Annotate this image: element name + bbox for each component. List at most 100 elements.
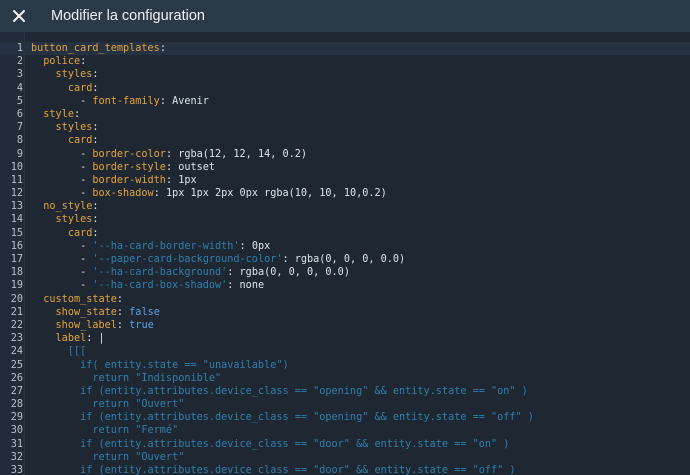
code-text: if (entity.attributes.device_class == "o… [31,385,528,398]
code-token: if (entity.attributes.device_class == "d… [31,465,516,475]
code-text: if (entity.attributes.device_class == "d… [31,438,509,451]
line-number: 14 [10,214,23,226]
code-text: - '--ha-card-background': rgba(0, 0, 0, … [31,266,350,279]
code-text: return "Ouvert" [31,451,184,464]
code-text: if (entity.attributes.device_class == "o… [31,411,534,424]
code-token: border-width [92,174,166,186]
code-line[interactable]: 12 - box-shadow: 1px 1px 2px 0px rgba(10… [0,187,690,200]
code-token: : | [86,333,105,345]
line-number: 20 [10,293,23,305]
code-line[interactable]: 9 - border-color: rgba(12, 12, 14, 0.2) [0,148,690,161]
code-line[interactable]: 15 card: [0,227,690,240]
code-line[interactable]: 8 card: [0,134,690,147]
code-text: if( entity.state == "unavailable") [31,359,289,372]
code-line[interactable]: 2 police: [0,55,690,68]
code-token: custom_state [43,293,117,305]
code-line[interactable]: 24 [[[ [0,345,690,358]
code-token: : [116,293,124,305]
line-number: 28 [10,399,23,411]
line-number: 25 [10,359,23,371]
code-line[interactable]: 28 return "Ouvert" [0,398,690,411]
code-text: police: [31,55,86,68]
code-token: : [92,201,99,213]
code-token: box-shadow [92,188,154,200]
code-line[interactable]: 20 custom_state: [0,293,690,306]
line-number: 4 [16,82,23,94]
code-line[interactable]: 11 - border-width: 1px [0,174,690,187]
code-lines[interactable]: 1 button_card_templates: 2 police: 3 styles… [0,42,690,475]
code-token: : 1px [165,174,197,186]
line-number: 10 [10,161,23,173]
code-text: - border-width: 1px [31,174,197,187]
code-token: font-family [92,95,160,107]
line-number: 30 [10,425,23,437]
code-token: - [31,161,93,173]
code-text: no_style: [31,200,99,213]
code-line[interactable]: 22 show_label: true [0,319,690,332]
code-token: if (entity.attributes.device_class == "o… [31,385,528,397]
line-number: 29 [10,412,23,424]
code-line[interactable]: 18 - '--ha-card-background': rgba(0, 0, … [0,266,690,279]
code-text: - '--ha-card-border-width': 0px [31,240,270,253]
code-line[interactable]: 14 styles: [0,213,690,226]
code-line[interactable]: 32 return "Ouvert" [0,451,690,464]
code-line[interactable]: 31 if (entity.attributes.device_class ==… [0,438,690,451]
code-token: : rgba(12, 12, 14, 0.2) [165,148,308,160]
code-text: return "Indisponible" [31,372,221,385]
close-button[interactable] [9,6,29,26]
code-line[interactable]: 5 - font-family: Avenir [0,95,690,108]
code-text: label: | [31,332,105,345]
line-number: 1 [16,43,23,54]
code-line[interactable]: 19 - '--ha-card-box-shadow': none [0,279,690,292]
code-line[interactable]: 26 return "Indisponible" [0,372,690,385]
code-text: - font-family: Avenir [31,95,209,108]
line-number: 22 [10,319,23,331]
code-line[interactable]: 27 if (entity.attributes.device_class ==… [0,385,690,398]
code-line[interactable]: 23 label: | [0,332,690,345]
code-line[interactable]: 16 - '--ha-card-border-width': 0px [0,240,690,253]
code-line[interactable]: 30 return "Fermé" [0,424,690,437]
code-text: - border-style: outset [31,161,215,174]
code-token: card [67,82,93,94]
code-token: - [31,267,93,279]
code-token: return "Ouvert" [31,451,185,463]
code-line[interactable]: 4 card: [0,82,690,95]
code-token: - [31,280,93,292]
code-token: '--ha-card-box-shadow' [92,280,228,292]
code-token: '--paper-card-background-color' [92,254,283,265]
code-token: : 0px [239,240,271,252]
code-token: : Avenir [159,95,209,107]
code-text: card: [31,227,99,240]
code-text: - '--ha-card-box-shadow': none [31,279,264,292]
code-line[interactable]: 25 if( entity.state == "unavailable") [0,359,690,372]
code-token: label [55,333,87,345]
code-line[interactable]: 29 if (entity.attributes.device_class ==… [0,411,690,424]
code-line[interactable]: 6 style: [0,108,690,121]
code-line[interactable]: 3 styles: [0,68,690,81]
code-token: styles [55,122,93,134]
code-line[interactable]: 7 styles: [0,121,690,134]
code-text: show_state: false [31,306,160,319]
code-token: : [73,108,81,120]
code-token: if (entity.attributes.device_class == "d… [31,438,510,450]
code-line[interactable]: 13 no_style: [0,200,690,213]
code-line[interactable]: 1 button_card_templates: [0,42,690,56]
code-line[interactable]: 17 - '--paper-card-background-color': rg… [0,253,690,266]
code-token: : 1px 1px 2px 0px rgba(10, 10, 10,0.2) [153,188,387,200]
code-token: - [31,95,93,107]
code-line[interactable]: 21 show_state: false [0,306,690,319]
code-editor[interactable]: 1 button_card_templates: 2 police: 3 styles… [0,32,690,475]
code-token: - [31,240,93,252]
code-line[interactable]: 33 if (entity.attributes.device_class ==… [0,464,690,475]
line-number: 16 [10,240,23,252]
code-text: - box-shadow: 1px 1px 2px 0px rgba(10, 1… [31,187,387,200]
code-token: styles [55,214,93,226]
code-token: : [116,319,130,331]
code-token: : [92,214,99,226]
code-line[interactable]: 10 - border-style: outset [0,161,690,174]
